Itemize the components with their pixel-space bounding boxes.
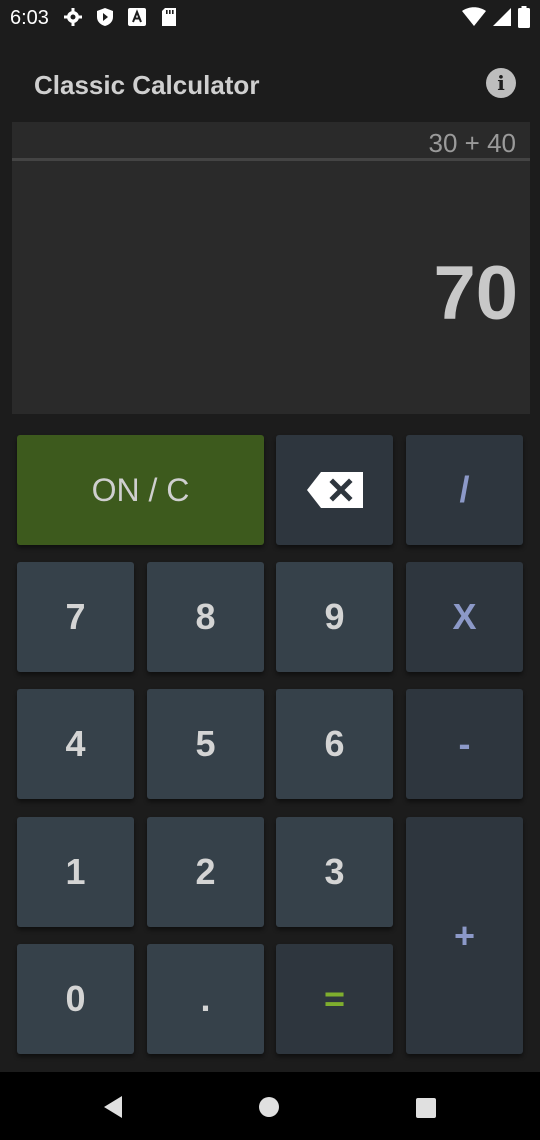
digit-2-button[interactable]: 2 xyxy=(147,817,264,927)
clear-button[interactable]: ON / C xyxy=(17,435,264,545)
digit-1-button[interactable]: 1 xyxy=(17,817,134,927)
backspace-button[interactable] xyxy=(276,435,393,545)
calculator-screen: 6:03 Classic Calculator i 30 + 40 70 ON … xyxy=(0,0,540,1140)
expression-text: 30 + 40 xyxy=(428,128,516,158)
divide-button[interactable]: / xyxy=(406,435,523,545)
digit-5-button[interactable]: 5 xyxy=(147,689,264,799)
display-divider xyxy=(12,158,530,161)
wifi-icon xyxy=(462,7,486,32)
digit-8-button[interactable]: 8 xyxy=(147,562,264,672)
app-bar: Classic Calculator i xyxy=(0,36,540,122)
decimal-button[interactable]: . xyxy=(147,944,264,1054)
digit-6-button[interactable]: 6 xyxy=(276,689,393,799)
digit-3-button[interactable]: 3 xyxy=(276,817,393,927)
a-badge-icon xyxy=(126,6,148,28)
result-text: 70 xyxy=(433,251,518,336)
status-icons-right xyxy=(462,6,530,33)
backspace-icon xyxy=(306,472,363,508)
shield-icon xyxy=(94,6,116,28)
equals-button[interactable]: = xyxy=(276,944,393,1054)
sd-card-icon xyxy=(158,6,180,28)
status-icons-left xyxy=(62,6,180,28)
app-title: Classic Calculator xyxy=(34,70,260,100)
navigation-bar xyxy=(0,1072,540,1140)
digit-9-button[interactable]: 9 xyxy=(276,562,393,672)
signal-icon xyxy=(492,7,512,32)
recents-icon[interactable] xyxy=(416,1098,436,1118)
home-icon[interactable] xyxy=(259,1097,279,1117)
settings-icon xyxy=(62,6,84,28)
digit-7-button[interactable]: 7 xyxy=(17,562,134,672)
status-time: 6:03 xyxy=(10,7,49,29)
minus-button[interactable]: - xyxy=(406,689,523,799)
back-icon[interactable] xyxy=(104,1096,122,1118)
calculator-display: 30 + 40 70 xyxy=(12,122,530,414)
multiply-button[interactable]: X xyxy=(406,562,523,672)
status-bar: 6:03 xyxy=(0,0,540,36)
plus-button[interactable]: + xyxy=(406,817,523,1054)
battery-icon xyxy=(518,6,530,33)
info-icon[interactable]: i xyxy=(486,68,516,98)
digit-0-button[interactable]: 0 xyxy=(17,944,134,1054)
digit-4-button[interactable]: 4 xyxy=(17,689,134,799)
